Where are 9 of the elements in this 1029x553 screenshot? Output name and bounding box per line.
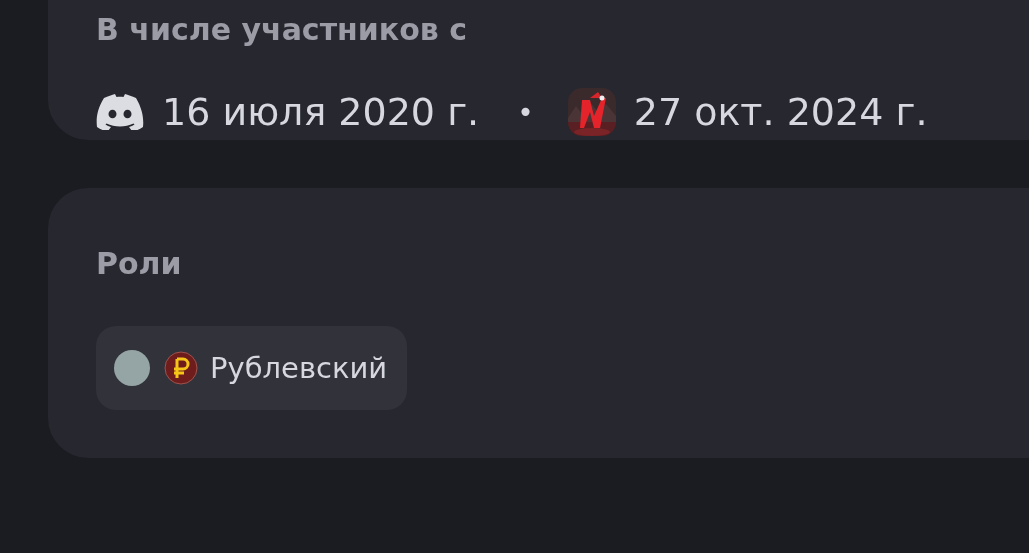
section-heading: В числе участников с: [96, 11, 468, 49]
join-date: 27 окт. 2024 г.: [633, 90, 928, 134]
role-name: Рублевский: [210, 351, 388, 385]
ruble-sign-icon: [164, 351, 198, 385]
section-heading: Роли: [96, 245, 183, 283]
join-date: 16 июля 2020 г.: [162, 90, 480, 134]
discord-logo-icon: [96, 94, 144, 130]
role-chip[interactable]: Рублевский: [96, 326, 408, 410]
separator-dot: •: [517, 95, 534, 129]
